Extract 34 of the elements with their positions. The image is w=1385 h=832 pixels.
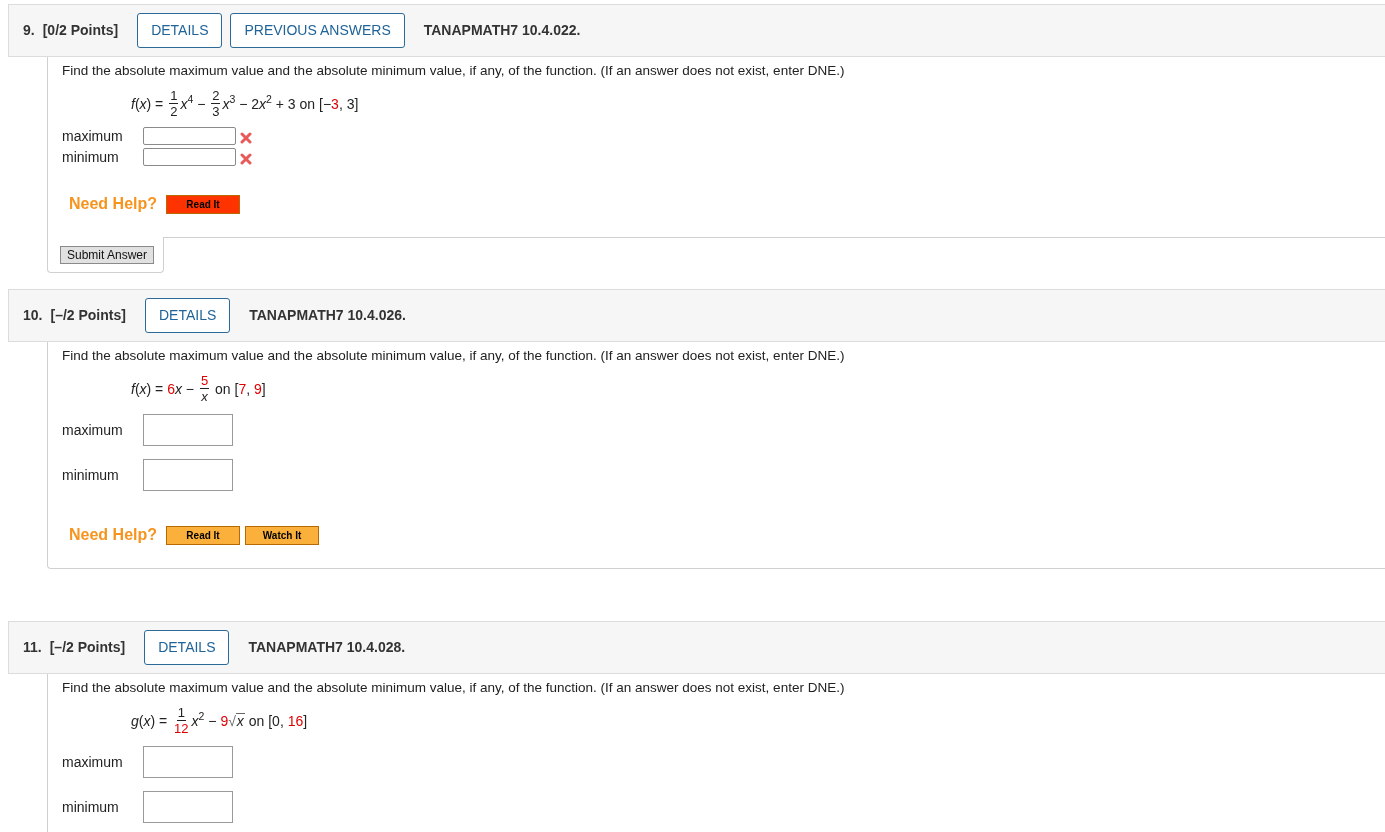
problem-code: TANAPMATH7 10.4.026. bbox=[249, 306, 406, 325]
header-button[interactable]: DETAILS bbox=[137, 13, 223, 48]
answer-label: minimum bbox=[62, 147, 120, 167]
problem-code: TANAPMATH7 10.4.028. bbox=[248, 638, 406, 657]
answer-label: maximum bbox=[62, 752, 124, 772]
question-number: 9. bbox=[23, 21, 35, 40]
answer-field[interactable] bbox=[143, 791, 233, 823]
points-label: [–/2 Points] bbox=[49, 638, 126, 657]
answer-field[interactable] bbox=[143, 127, 236, 145]
question-prompt: Find the absolute maximum value and the absolute minimum value, if any, of the function. (If an answer does not exist, enter DNE.) bbox=[62, 62, 846, 79]
answer-label: maximum bbox=[62, 126, 124, 146]
answer-field[interactable] bbox=[143, 414, 233, 446]
question-prompt: Find the absolute maximum value and the absolute minimum value, if any, of the function. (If an answer does not exist, enter DNE.) bbox=[62, 347, 846, 364]
header-button[interactable]: PREVIOUS ANSWERS bbox=[230, 13, 405, 48]
answer-field[interactable] bbox=[143, 746, 233, 778]
need-help-label: Need Help? bbox=[69, 194, 157, 214]
answer-field[interactable] bbox=[143, 459, 233, 491]
answer-label: minimum bbox=[62, 465, 120, 485]
help-link-button[interactable]: Read It bbox=[166, 194, 240, 214]
points-label: [0/2 Points] bbox=[42, 21, 119, 40]
submit-answer-button[interactable]: Submit Answer bbox=[60, 246, 155, 264]
header-button[interactable]: DETAILS bbox=[144, 298, 231, 333]
answer-label: minimum bbox=[62, 797, 120, 817]
question-number: 10. bbox=[23, 306, 43, 325]
help-link-button[interactable]: Read It bbox=[166, 525, 240, 545]
answer-field[interactable] bbox=[143, 148, 236, 166]
question-number: 11. bbox=[23, 638, 42, 657]
problem-code: TANAPMATH7 10.4.022. bbox=[423, 21, 581, 40]
header-button[interactable]: DETAILS bbox=[144, 630, 230, 665]
points-label: [–/2 Points] bbox=[50, 306, 126, 325]
need-help-label: Need Help? bbox=[69, 525, 157, 545]
question-prompt: Find the absolute maximum value and the absolute minimum value, if any, of the function. (If an answer does not exist, enter DNE.) bbox=[62, 679, 846, 696]
help-link-button[interactable]: Watch It bbox=[245, 525, 319, 545]
answer-label: maximum bbox=[62, 420, 124, 440]
